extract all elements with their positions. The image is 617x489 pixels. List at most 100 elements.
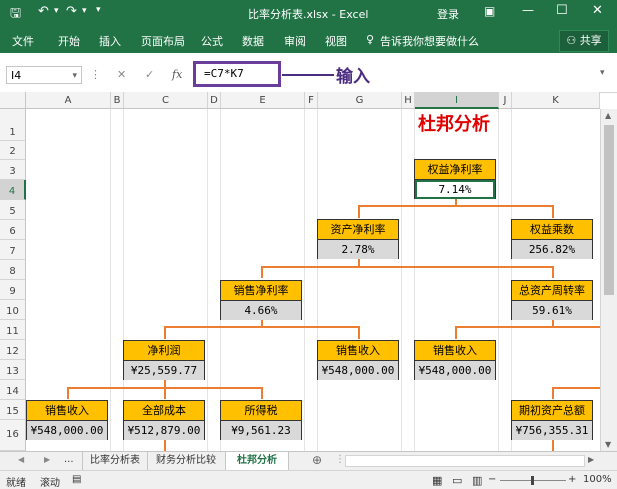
redo-dropdown-icon[interactable]: ▾	[82, 6, 87, 16]
sheet-tab[interactable]: 比率分析表	[82, 452, 148, 470]
normal-view-icon[interactable]: ▦	[432, 474, 442, 487]
box-value[interactable]: ¥512,879.00	[124, 421, 204, 440]
row-header-11[interactable]: 11	[0, 320, 26, 340]
box-value[interactable]: ¥756,355.31	[512, 421, 592, 440]
column-header-a[interactable]: A	[26, 92, 111, 109]
box-value[interactable]: ¥9,561.23	[221, 421, 301, 440]
page-layout-view-icon[interactable]: ▭	[452, 474, 462, 487]
column-header-k[interactable]: K	[512, 92, 600, 109]
row-header-7[interactable]: 7	[0, 240, 26, 260]
tab-scroll-left-icon[interactable]: ◀	[18, 455, 24, 464]
tab-page-layout[interactable]: 页面布局	[141, 33, 185, 49]
zoom-out-icon[interactable]: −	[488, 474, 496, 485]
row-header-16[interactable]: 16	[0, 420, 26, 451]
tab-scroll-right-icon[interactable]: ▶	[44, 455, 50, 464]
box-roa: 资产净利率 2.78%	[317, 219, 399, 259]
row-header-8[interactable]: 8	[0, 260, 26, 280]
column-header-i[interactable]: I	[415, 92, 499, 109]
tab-file[interactable]: 文件	[12, 33, 34, 49]
status-scroll-lock: 滚动	[40, 478, 60, 489]
customize-toolbar-icon[interactable]: ▾	[96, 5, 101, 15]
scroll-up-icon[interactable]: ▲	[605, 111, 611, 120]
tab-split-icon[interactable]: ⋮	[335, 454, 345, 465]
login-link[interactable]: 登录	[437, 6, 459, 22]
macro-record-icon[interactable]: ▤	[72, 474, 81, 485]
insert-function-icon[interactable]: fx	[172, 68, 182, 81]
row-header-12[interactable]: 12	[0, 340, 26, 360]
horizontal-scrollbar[interactable]	[345, 455, 585, 467]
box-value[interactable]: ¥548,000.00	[27, 421, 107, 440]
tell-me-search[interactable]: 告诉我你想要做什么	[380, 33, 479, 49]
scroll-right-icon[interactable]: ▶	[588, 455, 594, 464]
column-header-b[interactable]: B	[111, 92, 124, 109]
row-header-14[interactable]: 14	[0, 380, 26, 400]
row-header-1[interactable]: 1	[0, 109, 26, 141]
more-sheets-indicator[interactable]: ...	[64, 454, 74, 465]
column-header-f[interactable]: F	[305, 92, 318, 109]
cancel-icon[interactable]: ✕	[117, 68, 126, 81]
ribbon-display-icon[interactable]: ▣	[484, 4, 495, 18]
share-button[interactable]: ⚇ 共享	[559, 30, 609, 52]
page-break-view-icon[interactable]: ▥	[472, 474, 482, 487]
row-header-15[interactable]: 15	[0, 400, 26, 420]
row-header-4[interactable]: 4	[0, 180, 26, 200]
column-header-j[interactable]: J	[499, 92, 512, 109]
box-value-selected-cell[interactable]: 7.14%	[415, 180, 495, 199]
scroll-thumb[interactable]	[604, 125, 614, 295]
tab-data[interactable]: 数据	[242, 33, 264, 49]
undo-dropdown-icon[interactable]: ▾	[54, 6, 59, 16]
column-header-g[interactable]: G	[318, 92, 402, 109]
connector-line	[261, 266, 263, 278]
vertical-scrollbar[interactable]: ▲ ▼	[600, 109, 617, 451]
box-label: 总资产周转率	[512, 281, 592, 301]
box-value[interactable]: ¥25,559.77	[124, 361, 204, 380]
close-icon[interactable]: ✕	[592, 3, 603, 18]
row-header-5[interactable]: 5	[0, 200, 26, 220]
select-all-corner[interactable]	[0, 92, 26, 109]
row-header-6[interactable]: 6	[0, 220, 26, 240]
column-header-e[interactable]: E	[221, 92, 305, 109]
minimize-icon[interactable]: —	[522, 3, 534, 17]
box-value[interactable]: ¥548,000.00	[415, 361, 495, 380]
sheet-tab-active[interactable]: 杜邦分析	[226, 452, 289, 472]
name-box[interactable]: I4 ▾	[6, 66, 82, 84]
formula-input[interactable]: =C7*K7	[193, 61, 281, 87]
more-icon: ⋮	[90, 68, 101, 81]
row-header-9[interactable]: 9	[0, 280, 26, 300]
redo-icon[interactable]: ↷	[66, 4, 77, 19]
zoom-in-icon[interactable]: +	[568, 474, 576, 485]
tab-insert[interactable]: 插入	[99, 33, 121, 49]
row-header-10[interactable]: 10	[0, 300, 26, 320]
box-value[interactable]: ¥548,000.00	[318, 361, 398, 380]
sheet-tab[interactable]: 财务分析比较	[147, 452, 226, 470]
save-icon[interactable]: 🖫	[10, 4, 21, 26]
expand-formula-bar-icon[interactable]: ▾	[600, 68, 605, 78]
undo-icon[interactable]: ↶	[38, 4, 49, 19]
column-header-h[interactable]: H	[402, 92, 415, 109]
column-header-c[interactable]: C	[124, 92, 208, 109]
tab-review[interactable]: 审阅	[284, 33, 306, 49]
box-label: 全部成本	[124, 401, 204, 421]
row-header-13[interactable]: 13	[0, 360, 26, 380]
column-header-d[interactable]: D	[208, 92, 221, 109]
maximize-icon[interactable]: ☐	[556, 3, 568, 18]
row-header-2[interactable]: 2	[0, 141, 26, 160]
box-roe: 权益净利率 7.14%	[414, 159, 496, 199]
add-sheet-icon[interactable]: ⊕	[312, 453, 322, 467]
row-header-3[interactable]: 3	[0, 160, 26, 180]
scroll-down-icon[interactable]: ▼	[605, 440, 611, 449]
ribbon-tabs: 文件 开始 插入 页面布局 公式 数据 审阅 视图 ♀ 告诉我你想要做什么 ⚇ …	[0, 27, 617, 53]
zoom-slider-thumb[interactable]	[531, 476, 534, 485]
lightbulb-icon: ♀	[366, 33, 375, 46]
zoom-level[interactable]: 100%	[583, 474, 612, 485]
box-value[interactable]: 256.82%	[512, 240, 592, 259]
enter-icon[interactable]: ✓	[145, 68, 154, 81]
tab-view[interactable]: 视图	[325, 33, 347, 49]
box-value[interactable]: 4.66%	[221, 301, 301, 320]
box-value[interactable]: 2.78%	[318, 240, 398, 259]
gridline	[110, 109, 111, 451]
tab-home[interactable]: 开始	[58, 33, 80, 49]
name-box-dropdown-icon[interactable]: ▾	[72, 67, 77, 85]
box-value[interactable]: 59.61%	[512, 301, 592, 320]
tab-formulas[interactable]: 公式	[201, 33, 223, 49]
